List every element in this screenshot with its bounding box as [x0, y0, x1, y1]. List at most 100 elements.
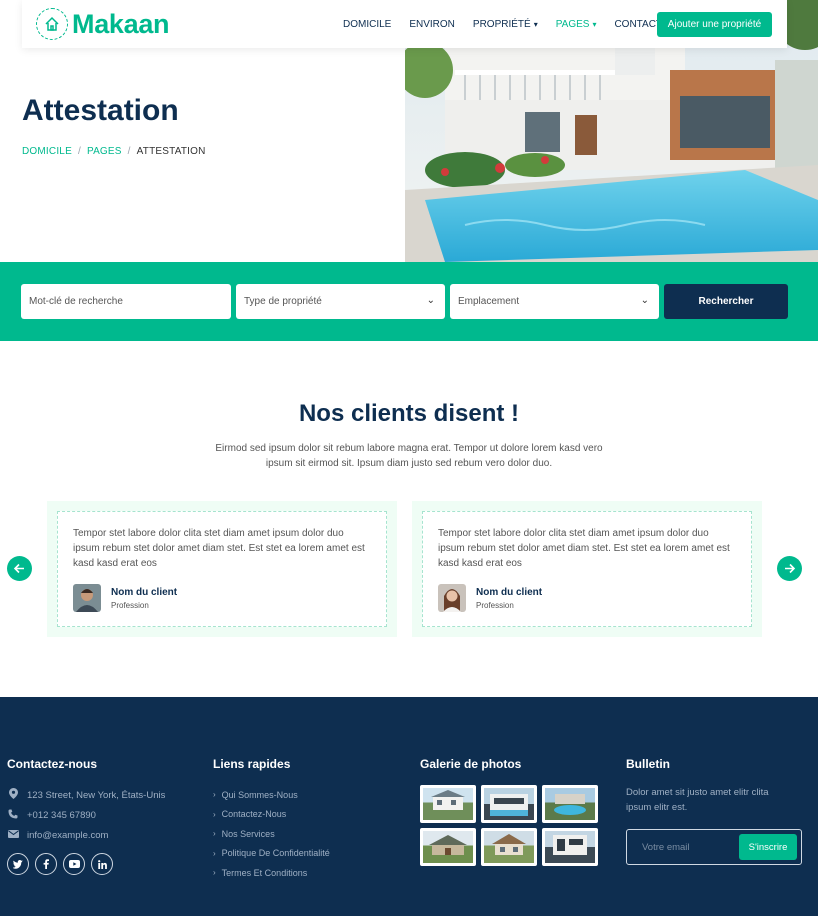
linkedin-icon[interactable]	[91, 853, 113, 875]
breadcrumb-home[interactable]: DOMICILE	[22, 146, 72, 157]
chevron-right-icon: ›	[213, 790, 216, 800]
avatar	[73, 584, 101, 612]
footer-link[interactable]: › Politique De Confidentialité	[213, 844, 330, 864]
nav-link-contact[interactable]: CONTACT	[614, 19, 662, 30]
footer-contact: Contactez-nous 123 Street, New York, Éta…	[7, 757, 165, 875]
gallery-thumbnail[interactable]	[420, 785, 476, 823]
newsletter-email-input[interactable]: Votre email	[642, 842, 690, 853]
social-links	[7, 853, 165, 875]
location-select[interactable]: Emplacement ⌄	[450, 284, 659, 319]
testimonial-text: Tempor stet labore dolor clita stet diam…	[73, 528, 365, 569]
testimonial-card-inner: Tempor stet labore dolor clita stet diam…	[57, 511, 387, 627]
chevron-right-icon: ›	[213, 848, 216, 858]
testimonial-text: Tempor stet labore dolor clita stet diam…	[438, 528, 730, 569]
phone-icon	[7, 809, 19, 822]
footer-link-label: Contactez-Nous	[221, 809, 287, 820]
address-item: 123 Street, New York, États-Unis	[7, 785, 165, 805]
gallery-thumbnail[interactable]	[542, 828, 598, 866]
breadcrumb-current: ATTESTATION	[136, 146, 206, 157]
page-title: Attestation	[22, 94, 179, 127]
footer-link-label: Nos Services	[221, 828, 275, 839]
phone-text: +012 345 67890	[27, 809, 96, 821]
chevron-down-icon: ⌄	[426, 295, 435, 306]
footer-link[interactable]: › Qui Sommes-Nous	[213, 785, 330, 805]
email-item: info@example.com	[7, 825, 165, 845]
footer-heading: Contactez-nous	[7, 757, 97, 771]
arrow-left-icon	[13, 563, 24, 574]
envelope-icon	[7, 829, 19, 841]
select-value: Emplacement	[458, 296, 520, 307]
footer-link[interactable]: › Termes Et Conditions	[213, 863, 330, 883]
newsletter-text: Dolor amet sit justo amet elitr clita ip…	[626, 787, 769, 813]
client-info: Nom du client Profession	[73, 584, 177, 612]
youtube-icon[interactable]	[63, 853, 85, 875]
nav-link-environ[interactable]: ENVIRON	[409, 19, 455, 30]
client-name: Nom du client	[111, 586, 178, 598]
client-details: Nom du client Profession	[111, 587, 177, 610]
navbar: Makaan DOMICILE ENVIRON PROPRIÉTÉ ▾ PAGE…	[22, 0, 787, 48]
twitter-icon[interactable]	[7, 853, 29, 875]
footer-quick-links: Liens rapides › Qui Sommes-Nous › Contacte…	[213, 757, 330, 883]
chevron-right-icon: ›	[213, 868, 216, 878]
subscribe-button[interactable]: S'inscrire	[739, 834, 797, 860]
carousel-prev-button[interactable]	[7, 556, 32, 581]
footer: Contactez-nous 123 Street, New York, Éta…	[0, 697, 818, 916]
nav-link-label: PROPRIÉTÉ	[472, 18, 531, 30]
arrow-right-icon	[785, 563, 796, 574]
photo-gallery	[420, 785, 598, 866]
property-type-select[interactable]: Type de propriété ⌄	[236, 284, 445, 319]
client-profession: Profession	[476, 600, 514, 610]
breadcrumb: DOMICILE / PAGES / ATTESTATION	[22, 146, 206, 157]
footer-link-label: Qui Sommes-Nous	[221, 789, 298, 800]
facebook-icon[interactable]	[35, 853, 57, 875]
client-name: Nom du client	[476, 586, 543, 598]
chevron-right-icon: ›	[213, 809, 216, 819]
breadcrumb-separator: /	[127, 146, 131, 157]
client-profession: Profession	[111, 600, 149, 610]
testimonial-card-inner: Tempor stet labore dolor clita stet diam…	[422, 511, 752, 627]
address-text: 123 Street, New York, États-Unis	[27, 789, 166, 801]
search-button[interactable]: Rechercher	[664, 284, 788, 319]
footer-link[interactable]: › Contactez-Nous	[213, 805, 330, 825]
logo-text: Makaan	[72, 8, 170, 39]
section-subtitle: Eirmod sed ipsum dolor sit rebum labore …	[215, 443, 603, 469]
email-text: info@example.com	[27, 829, 109, 841]
footer-gallery: Galerie de photos	[420, 757, 598, 866]
footer-heading: Liens rapides	[213, 757, 291, 771]
nav-dropdown-pages[interactable]: PAGES ▾	[556, 19, 597, 30]
testimonial-card: Tempor stet labore dolor clita stet diam…	[412, 501, 762, 637]
client-details: Nom du client Profession	[476, 587, 542, 610]
map-marker-icon	[7, 788, 19, 802]
gallery-thumbnail[interactable]	[542, 785, 598, 823]
chevron-down-icon: ▾	[533, 19, 538, 29]
gallery-thumbnail[interactable]	[481, 828, 537, 866]
breadcrumb-pages[interactable]: PAGES	[87, 146, 122, 157]
chevron-down-icon: ⌄	[640, 295, 649, 306]
gallery-thumbnail[interactable]	[481, 785, 537, 823]
footer-link[interactable]: › Nos Services	[213, 824, 330, 844]
footer-link-label: Termes Et Conditions	[221, 867, 308, 878]
footer-heading: Galerie de photos	[420, 757, 522, 771]
keyword-search-input[interactable]: Mot-clé de recherche	[21, 284, 231, 319]
breadcrumb-separator: /	[77, 146, 81, 157]
chevron-right-icon: ›	[213, 829, 216, 839]
chevron-down-icon: ▾	[592, 19, 597, 29]
client-info: Nom du client Profession	[438, 584, 542, 612]
house-logo-icon	[36, 8, 68, 40]
footer-link-label: Politique De Confidentialité	[221, 848, 330, 859]
nav-link-domicile[interactable]: DOMICILE	[343, 19, 391, 30]
nav-link-label: PAGES	[555, 18, 590, 30]
add-property-button[interactable]: Ajouter une propriété	[657, 12, 772, 37]
select-value: Type de propriété	[244, 296, 322, 307]
carousel-next-button[interactable]	[777, 556, 802, 581]
nav-dropdown-propriete[interactable]: PROPRIÉTÉ ▾	[473, 19, 538, 30]
logo[interactable]: Makaan	[36, 8, 170, 40]
nav-menu: DOMICILE ENVIRON PROPRIÉTÉ ▾ PAGES ▾ CON…	[343, 0, 680, 48]
gallery-thumbnail[interactable]	[420, 828, 476, 866]
footer-newsletter: Bulletin Dolor amet sit justo amet elitr…	[626, 757, 802, 865]
search-bar: Mot-clé de recherche Type de propriété ⌄…	[0, 262, 818, 341]
footer-heading: Bulletin	[626, 757, 670, 771]
avatar	[438, 584, 466, 612]
phone-item: +012 345 67890	[7, 805, 165, 825]
section-title: Nos clients disent !	[298, 400, 520, 427]
